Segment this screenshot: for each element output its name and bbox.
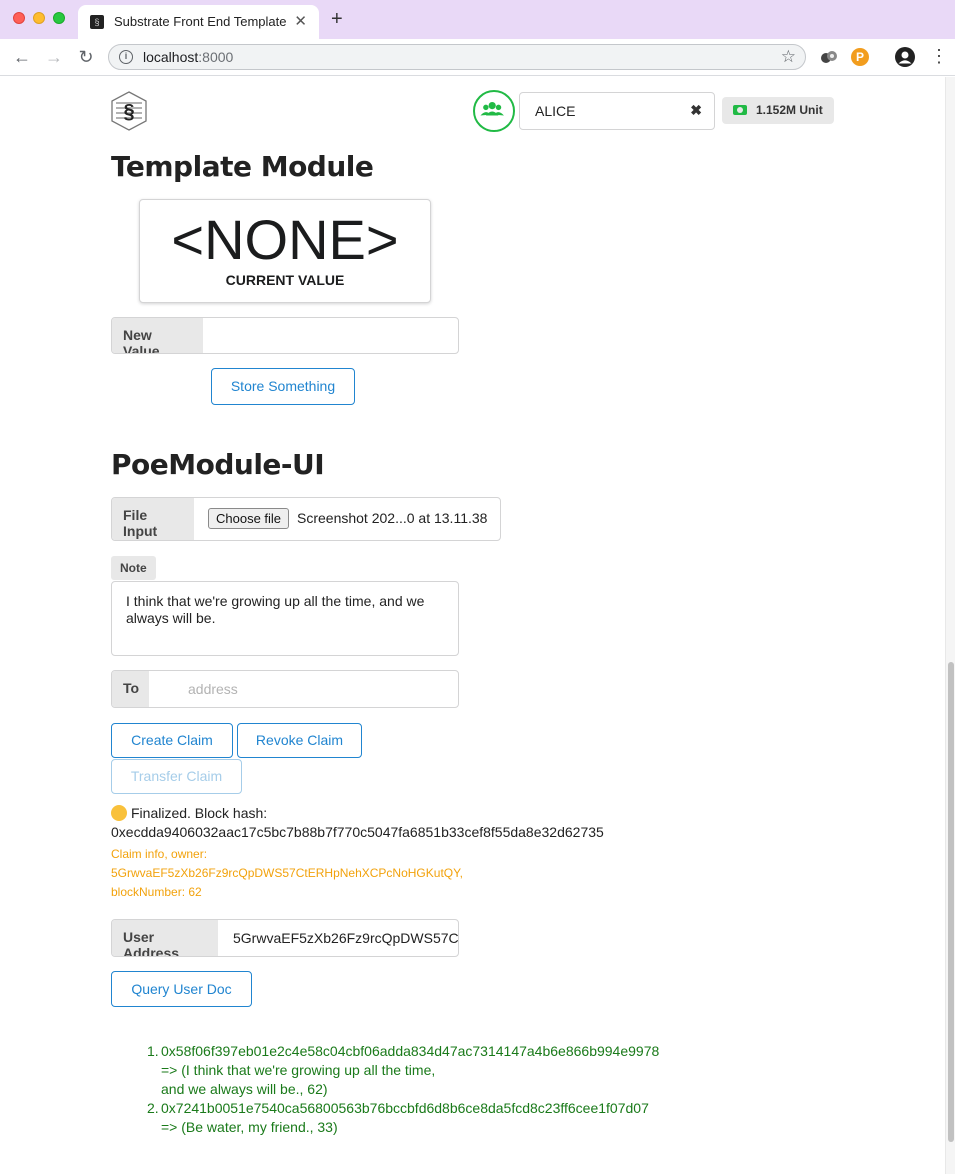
svg-text:§: § [123,101,134,123]
selected-file-name: Screenshot 202...0 at 13.11.38 [297,510,488,526]
list-item-number: 2. [147,1100,159,1116]
note-label: Note [111,556,156,580]
store-something-button[interactable]: Store Something [211,368,355,405]
block-hash: 0xecdda9406032aac17c5bc7b88b7f770c5047fa… [111,824,604,840]
to-address-input[interactable] [149,671,458,707]
file-input-label: File Input [112,498,194,540]
choose-file-button[interactable]: Choose file [208,508,290,529]
substrate-favicon-icon: § [90,15,104,29]
url-host: localhost [143,49,199,65]
forward-arrow-icon[interactable]: → [44,47,64,67]
poe-module-title: PoeModule-UI [111,448,325,481]
accounts-users-button[interactable] [473,90,515,132]
page-content: § ALICE ✖ 1.152M Unit Template Module <N… [0,77,945,1174]
list-item: 2. 0x7241b0051e7540ca56800563b76bccbfd6d… [147,1099,659,1137]
current-value-label: CURRENT VALUE [225,272,345,288]
user-address-field: User Address [111,919,459,957]
doc-detail: => (Be water, my friend., 33) [161,1119,338,1135]
url-text[interactable]: localhost:8000 [143,49,233,65]
maximize-window-button[interactable] [53,12,65,24]
note-textarea[interactable]: I think that we're growing up all the ti… [111,581,459,656]
selected-account: ALICE [535,103,576,119]
new-tab-button[interactable]: + [331,9,343,29]
browser-menu-icon[interactable]: ⋮ [930,46,948,66]
transfer-claim-button[interactable]: Transfer Claim [111,759,242,794]
emoji-icon [111,805,127,821]
query-user-doc-button[interactable]: Query User Doc [111,971,252,1007]
claim-info: Claim info, owner: 5GrwvaEF5zXb26Fz9rcQp… [111,845,463,902]
clear-selection-icon[interactable]: ✖ [690,102,702,119]
back-arrow-icon[interactable]: ← [12,47,32,67]
to-label: To [112,671,149,707]
current-value: <NONE> [171,208,399,271]
tab-close-icon[interactable]: ✕ [294,12,307,30]
new-value-field: New Value [111,317,459,354]
status-finalized: Finalized. Block hash: [131,805,268,821]
extension-p-icon[interactable]: P [851,48,869,66]
list-item: 1. 0x58f06f397eb01e2c4e58c04cbf06adda834… [147,1042,659,1099]
template-module-title: Template Module [111,150,374,183]
doc-detail: => (I think that we're growing up all th… [161,1062,436,1078]
transaction-status: Finalized. Block hash: 0xecdda9406032aac… [111,804,604,842]
revoke-claim-button[interactable]: Revoke Claim [237,723,362,758]
create-claim-button[interactable]: Create Claim [111,723,233,758]
list-item-number: 1. [147,1043,159,1059]
current-value-card: <NONE> CURRENT VALUE [139,199,431,303]
tab-title: Substrate Front End Template [114,14,287,29]
claim-info-block: blockNumber: 62 [111,885,202,899]
profile-avatar-icon[interactable] [895,47,915,67]
address-bar[interactable]: i localhost:8000 ☆ [108,44,806,70]
doc-hash: 0x58f06f397eb01e2c4e58c04cbf06adda834d47… [161,1043,660,1059]
user-address-input[interactable] [218,920,458,956]
scrollbar-thumb[interactable] [948,662,954,1142]
browser-toolbar: ← → ↻ i localhost:8000 ☆ [0,39,955,76]
user-address-label: User Address [112,920,218,956]
claim-info-owner: 5GrwvaEF5zXb26Fz9rcQpDWS57CtERHpNehXCPcN… [111,866,463,880]
new-value-input[interactable] [203,318,458,353]
bookmark-star-icon[interactable]: ☆ [781,47,796,67]
minimize-window-button[interactable] [33,12,45,24]
close-window-button[interactable] [13,12,25,24]
users-icon [480,101,504,116]
substrate-logo-icon: § [111,91,147,131]
to-address-field: To [111,670,459,708]
doc-detail-cont: and we always will be., 62) [161,1081,328,1097]
reload-icon[interactable]: ↻ [76,47,96,67]
claim-info-line1: Claim info, owner: [111,847,208,861]
info-icon[interactable]: i [119,50,133,64]
account-select-dropdown[interactable]: ALICE ✖ [519,92,715,130]
doc-hash: 0x7241b0051e7540ca56800563b76bccbfd6d8b6… [161,1100,649,1116]
money-icon [733,105,747,115]
browser-tab[interactable]: § Substrate Front End Template ✕ [78,5,319,39]
balance-text: 1.152M Unit [756,103,823,117]
balance-label: 1.152M Unit [722,97,834,124]
user-doc-list: 1. 0x58f06f397eb01e2c4e58c04cbf06adda834… [147,1042,659,1137]
extension-icon[interactable] [820,48,838,66]
browser-tab-bar: § Substrate Front End Template ✕ + [0,0,955,39]
url-port: :8000 [198,49,234,65]
new-value-label: New Value [112,318,203,353]
